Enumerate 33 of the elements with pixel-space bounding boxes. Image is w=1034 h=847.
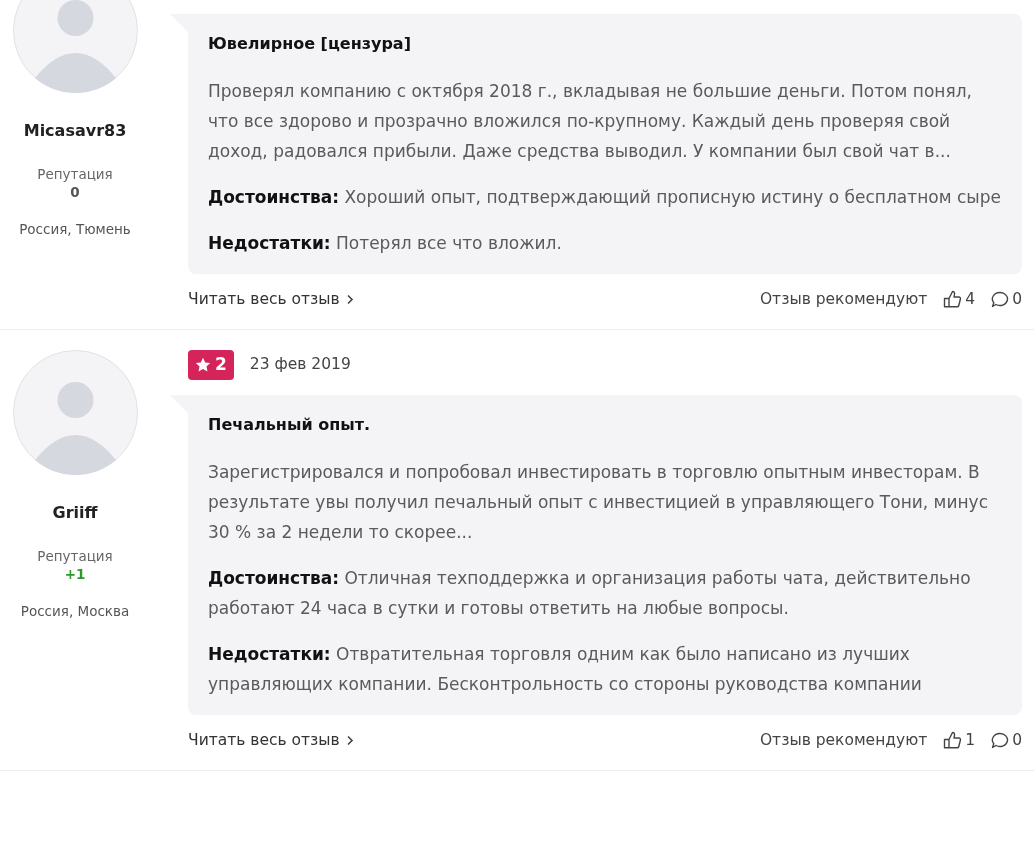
review-text: Проверял компанию с октября 2018 г., вкладывая не большие деньги. Потом понял, что все здорово и прозрачно вложился по-крупному. Каждый день проверяя свой доход, радовался прибыли. Даже средства выводил. У компании был свой чат в... [208,80,973,163]
reputation-value: 0 [70,183,80,201]
comment-icon [991,291,1010,309]
user-name[interactable]: Micasavr83 [23,119,127,143]
review-cons: Недостатки: Отвратительная торговля одним как было написано из лучших управляющих компании. Бесконтрольность со стороны руководства компании [208,642,923,696]
chevron-icon [345,734,354,746]
review-title: Ювелирное [цензура] [208,33,412,55]
star-icon [195,357,211,373]
review-cons: Недостатки: Потерял все что вложил. [208,232,563,255]
review-title: Печальный опыт. [208,413,372,436]
review-pros: Достоинства: Отличная техподдержка и организация работы чата, действительно работают 24 часа в сутки и готовы ответить на любые вопросы. [208,566,972,620]
user-location: Россия, Тюмень [19,220,131,239]
user-location: Россия, Москва [20,602,130,622]
recommend-label: Отзыв рекомендуют [759,289,928,310]
review-pros: Достоинства: Хороший опыт, подтверждающий прописную истину о бесплатном сыре [208,186,1002,209]
read-more-link[interactable]: Читать весь отзыв [188,288,354,312]
comment-icon [991,731,1010,749]
like-button[interactable]: 4 [943,288,976,312]
user-name[interactable]: Griiff [52,501,98,526]
recommend-label: Отзыв рекомендуют [759,729,928,751]
reputation-label: Репутация [37,547,113,566]
reputation-label: Репутация [37,165,113,183]
like-button[interactable]: 1 [943,728,976,752]
thumbs-up-icon [943,730,963,750]
review-text: Зарегистрировался и попробовал инвестировать в торговлю опытным инвесторам. В результате увы получил печальный опыт с инвестицией в управляющего Тони, минус 30 % за 2 недели то скорее... [208,460,989,544]
comment-button[interactable]: 0 [991,288,1022,312]
comment-button[interactable]: 0 [991,728,1022,752]
read-more-link[interactable]: Читать весь отзыв [188,728,354,752]
thumbs-up-icon [943,290,963,310]
reputation-value: +1 [64,565,86,584]
review-date: 23 фев 2019 [249,354,351,376]
chevron-icon [345,294,354,306]
rating-badge: 2 [188,350,234,380]
